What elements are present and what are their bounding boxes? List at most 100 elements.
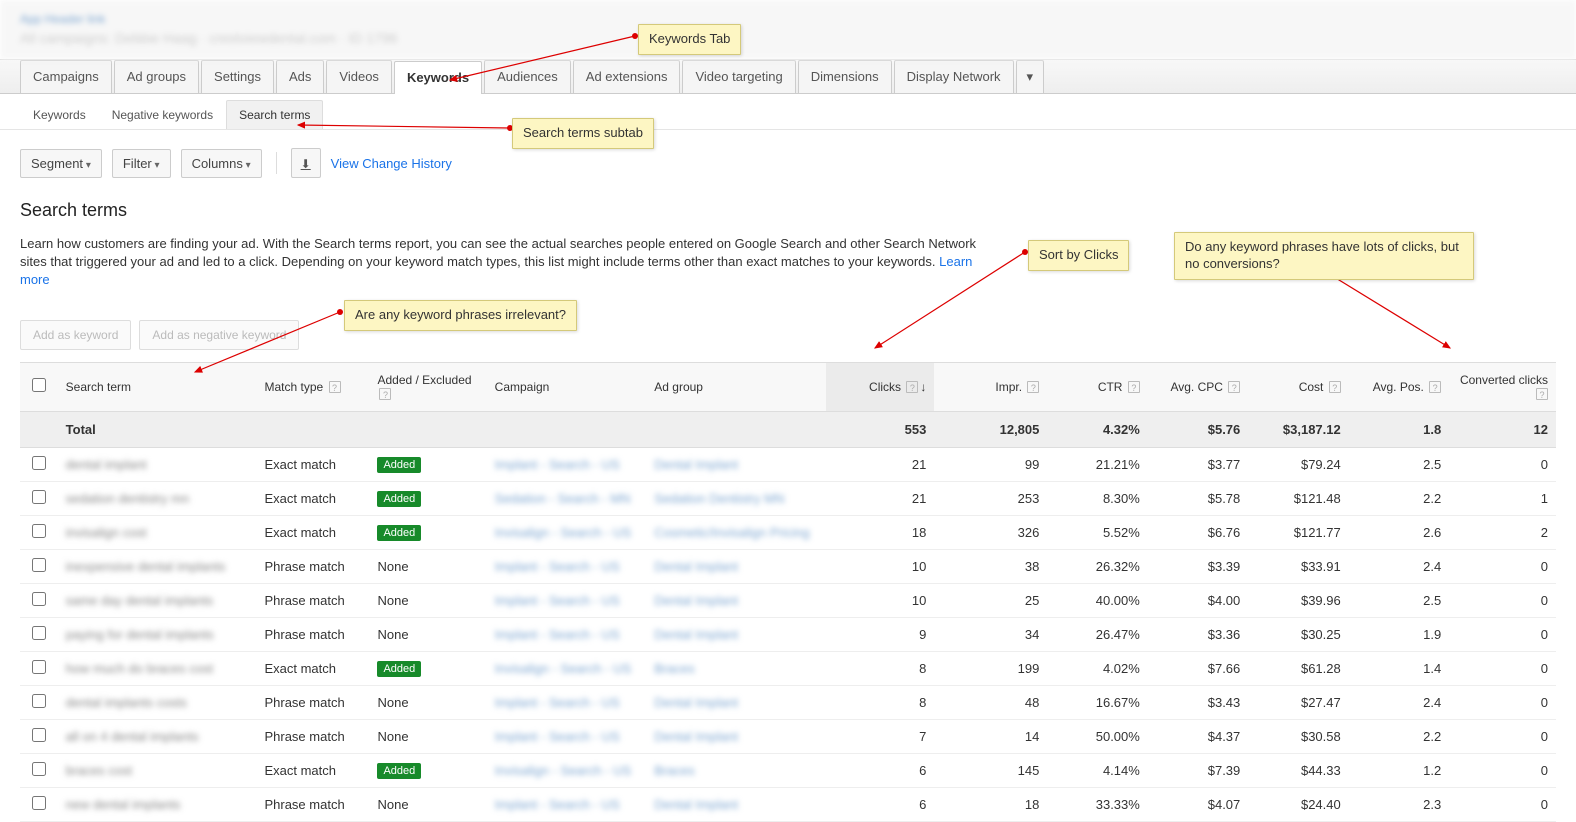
select-all-checkbox[interactable] bbox=[32, 378, 46, 392]
campaign-cell[interactable]: Implant - Search - US bbox=[495, 695, 620, 710]
help-icon[interactable]: ? bbox=[906, 381, 918, 393]
adgroup-cell[interactable]: Braces bbox=[654, 661, 694, 676]
help-icon[interactable]: ? bbox=[1329, 381, 1341, 393]
col-clicks[interactable]: Clicks ?↓ bbox=[826, 362, 935, 411]
campaign-cell[interactable]: Invisalign - Search - US bbox=[495, 661, 632, 676]
row-checkbox[interactable] bbox=[32, 796, 46, 810]
added-excluded-cell: Added bbox=[369, 481, 486, 515]
campaign-cell[interactable]: Implant - Search - US bbox=[495, 593, 620, 608]
add-as-negative-keyword-button[interactable]: Add as negative keyword bbox=[139, 320, 299, 350]
tab-dimensions[interactable]: Dimensions bbox=[798, 60, 892, 93]
help-icon[interactable]: ? bbox=[1429, 381, 1441, 393]
segment-button[interactable]: Segment bbox=[20, 149, 102, 178]
campaign-cell[interactable]: Invisalign - Search - US bbox=[495, 525, 632, 540]
adgroup-cell[interactable]: Dental Implant bbox=[654, 627, 738, 642]
clicks-cell: 18 bbox=[826, 515, 935, 549]
tab-settings[interactable]: Settings bbox=[201, 60, 274, 93]
adgroup-cell[interactable]: Dental Implant bbox=[654, 695, 738, 710]
campaign-cell[interactable]: Implant - Search - US bbox=[495, 559, 620, 574]
added-excluded-cell: None bbox=[369, 617, 486, 651]
adgroup-cell[interactable]: Sedation Dentistry MN bbox=[654, 491, 784, 506]
ctr-cell: 50.00% bbox=[1047, 719, 1147, 753]
row-checkbox[interactable] bbox=[32, 456, 46, 470]
campaign-cell[interactable]: Implant - Search - US bbox=[495, 729, 620, 744]
campaign-cell[interactable]: Sedation - Search - MN bbox=[495, 491, 631, 506]
tab-campaigns[interactable]: Campaigns bbox=[20, 60, 112, 93]
row-checkbox[interactable] bbox=[32, 762, 46, 776]
col-cost[interactable]: Cost ? bbox=[1248, 362, 1348, 411]
help-icon[interactable]: ? bbox=[1228, 381, 1240, 393]
row-checkbox[interactable] bbox=[32, 694, 46, 708]
col-ad-group[interactable]: Ad group bbox=[646, 362, 825, 411]
row-checkbox[interactable] bbox=[32, 626, 46, 640]
row-checkbox[interactable] bbox=[32, 728, 46, 742]
adgroup-cell[interactable]: Dental Implant bbox=[654, 559, 738, 574]
col-match-type[interactable]: Match type ? bbox=[256, 362, 369, 411]
cpc-cell: $5.78 bbox=[1148, 481, 1248, 515]
toolbar-divider bbox=[276, 152, 277, 174]
help-icon[interactable]: ? bbox=[329, 381, 341, 393]
total-row: Total 553 12,805 4.32% $5.76 $3,187.12 1… bbox=[20, 411, 1556, 447]
campaign-cell[interactable]: Invisalign - Search - US bbox=[495, 763, 632, 778]
tab-audiences[interactable]: Audiences bbox=[484, 60, 571, 93]
tab-display-network[interactable]: Display Network bbox=[894, 60, 1014, 93]
row-checkbox[interactable] bbox=[32, 558, 46, 572]
tab-ad-extensions[interactable]: Ad extensions bbox=[573, 60, 681, 93]
impr-cell: 199 bbox=[934, 651, 1047, 685]
view-change-history-link[interactable]: View Change History bbox=[331, 156, 452, 171]
col-select-all[interactable] bbox=[20, 362, 58, 411]
help-icon[interactable]: ? bbox=[1027, 381, 1039, 393]
impr-cell: 18 bbox=[934, 787, 1047, 821]
col-avg-cpc[interactable]: Avg. CPC ? bbox=[1148, 362, 1248, 411]
help-icon[interactable]: ? bbox=[1128, 381, 1140, 393]
campaign-cell[interactable]: Implant - Search - US bbox=[495, 797, 620, 812]
subtab-search-terms[interactable]: Search terms bbox=[226, 100, 323, 129]
cost-cell: $39.96 bbox=[1248, 583, 1348, 617]
row-checkbox[interactable] bbox=[32, 490, 46, 504]
col-avg-pos[interactable]: Avg. Pos. ? bbox=[1349, 362, 1449, 411]
col-added-excluded[interactable]: Added / Excluded ? bbox=[369, 362, 486, 411]
adgroup-cell[interactable]: Dental Implant bbox=[654, 593, 738, 608]
help-icon[interactable]: ? bbox=[379, 388, 391, 400]
col-search-term[interactable]: Search term bbox=[58, 362, 257, 411]
cost-cell: $27.47 bbox=[1248, 685, 1348, 719]
add-as-keyword-button[interactable]: Add as keyword bbox=[20, 320, 131, 350]
campaign-cell[interactable]: Implant - Search - US bbox=[495, 457, 620, 472]
tab-videos[interactable]: Videos bbox=[326, 60, 392, 93]
tab-more[interactable]: ▾ bbox=[1016, 60, 1045, 93]
tab-ad-groups[interactable]: Ad groups bbox=[114, 60, 199, 93]
col-impr[interactable]: Impr. ? bbox=[934, 362, 1047, 411]
cpc-cell: $4.37 bbox=[1148, 719, 1248, 753]
tab-ads[interactable]: Ads bbox=[276, 60, 324, 93]
conv-cell: 0 bbox=[1449, 549, 1556, 583]
adgroup-cell[interactable]: Braces bbox=[654, 763, 694, 778]
col-ctr[interactable]: CTR ? bbox=[1047, 362, 1147, 411]
subtab-keywords[interactable]: Keywords bbox=[20, 100, 99, 129]
adgroup-cell[interactable]: Dental Implant bbox=[654, 797, 738, 812]
ctr-cell: 21.21% bbox=[1047, 447, 1147, 481]
col-campaign[interactable]: Campaign bbox=[487, 362, 647, 411]
adgroup-cell[interactable]: Dental Implant bbox=[654, 457, 738, 472]
columns-button[interactable]: Columns bbox=[181, 149, 262, 178]
annotation-keywords-tab: Keywords Tab bbox=[638, 24, 741, 55]
download-button[interactable] bbox=[291, 148, 321, 178]
subtab-negative-keywords[interactable]: Negative keywords bbox=[99, 100, 226, 129]
added-excluded-cell: None bbox=[369, 583, 486, 617]
pos-cell: 2.4 bbox=[1349, 549, 1449, 583]
tab-video-targeting[interactable]: Video targeting bbox=[682, 60, 795, 93]
adgroup-cell[interactable]: Cosmetic/Invisalign Pricing bbox=[654, 525, 809, 540]
tab-keywords[interactable]: Keywords bbox=[394, 61, 482, 94]
row-checkbox[interactable] bbox=[32, 660, 46, 674]
row-checkbox[interactable] bbox=[32, 592, 46, 606]
filter-button[interactable]: Filter bbox=[112, 149, 171, 178]
help-icon[interactable]: ? bbox=[1536, 388, 1548, 400]
cpc-cell: $3.39 bbox=[1148, 549, 1248, 583]
search-term-cell: braces cost bbox=[66, 763, 132, 778]
table-row: all on 4 dental implantsPhrase matchNone… bbox=[20, 719, 1556, 753]
adgroup-cell[interactable]: Dental Implant bbox=[654, 729, 738, 744]
campaign-cell[interactable]: Implant - Search - US bbox=[495, 627, 620, 642]
col-converted-clicks[interactable]: Converted clicks ? bbox=[1449, 362, 1556, 411]
pos-cell: 2.3 bbox=[1349, 787, 1449, 821]
row-checkbox[interactable] bbox=[32, 524, 46, 538]
table-row: dental implantExact matchAddedImplant - … bbox=[20, 447, 1556, 481]
